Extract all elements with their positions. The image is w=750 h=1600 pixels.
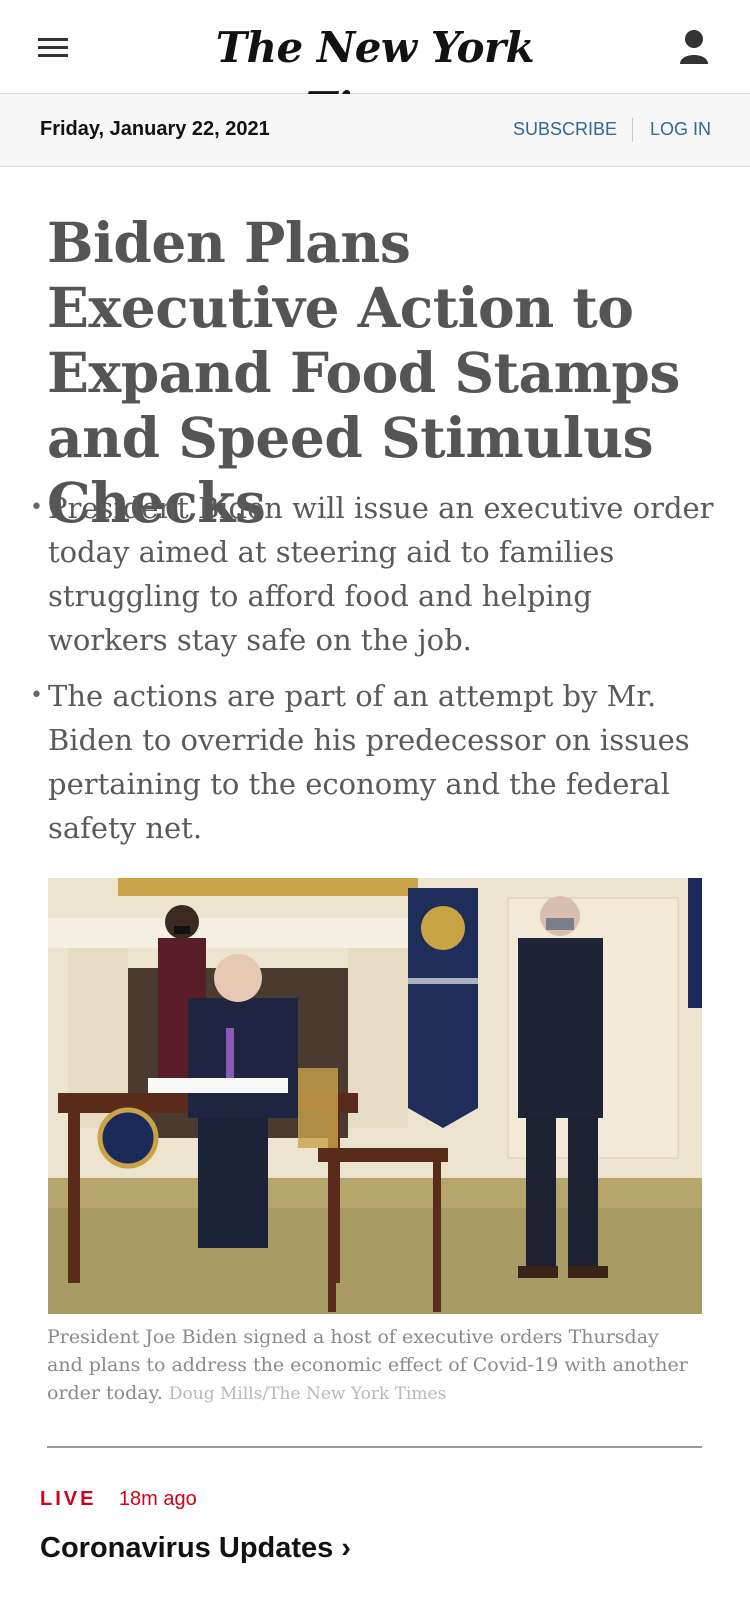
summary-text: President Biden will issue an executive … [48,491,714,657]
updates-title: Coronavirus Updates [40,1532,334,1564]
summary-item: • President Biden will issue an executiv… [30,486,720,662]
divider-line [632,118,633,142]
live-timestamp: 18m ago [118,1488,197,1510]
bullet-icon: • [30,683,43,708]
photo-caption: President Joe Biden signed a host of exe… [47,1323,697,1408]
summary-text: The actions are part of an attempt by Mr… [48,679,690,845]
article-summary-list: • President Biden will issue an executiv… [30,486,720,862]
live-indicator: LIVE 18m ago [40,1488,197,1516]
article-photo[interactable] [48,878,702,1314]
bullet-icon: • [30,495,43,520]
section-divider [47,1446,702,1448]
login-link[interactable]: LOG IN [650,119,711,140]
chevron-right-icon: › [341,1532,351,1564]
user-icon[interactable] [678,28,714,68]
live-label: LIVE [40,1488,97,1510]
photo-credit: Doug Mills/The New York Times [168,1384,447,1404]
subscribe-link[interactable]: SUBSCRIBE [513,119,617,140]
current-date: Friday, January 22, 2021 [40,118,270,140]
nyt-logo[interactable]: The New York Times [150,18,600,132]
hamburger-menu-icon[interactable] [38,34,70,60]
masthead: The New York Times [0,0,750,132]
coronavirus-updates-link[interactable]: Coronavirus Updates › [40,1532,351,1565]
summary-item: • The actions are part of an attempt by … [30,674,720,850]
date-bar: Friday, January 22, 2021 SUBSCRIBE LOG I… [0,94,750,167]
